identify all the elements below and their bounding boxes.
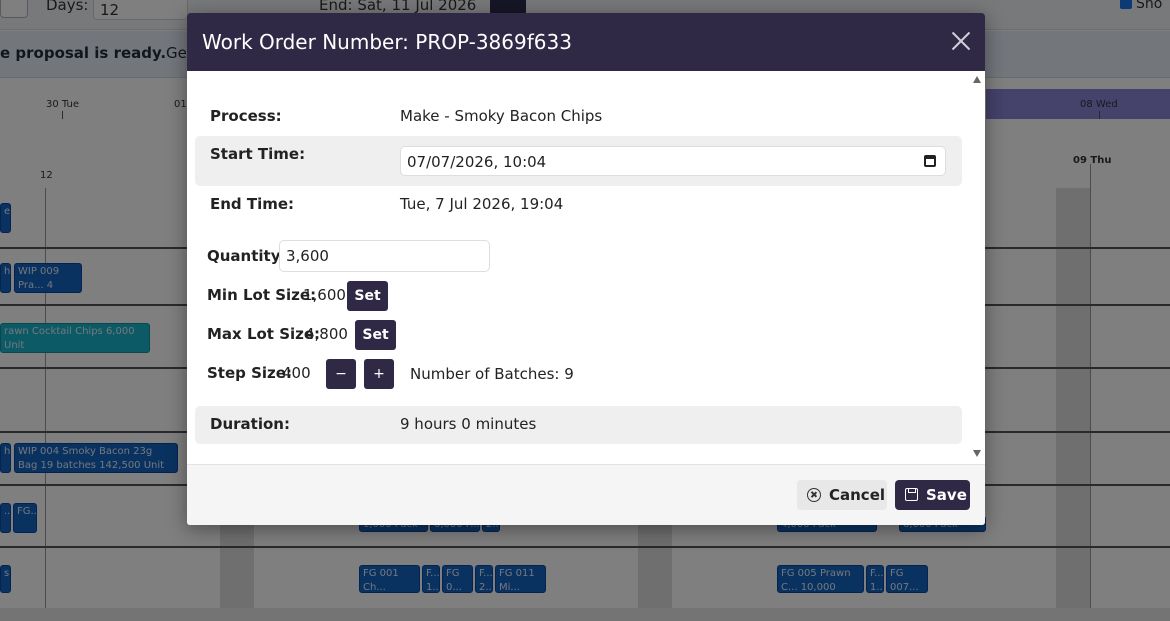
close-icon[interactable] bbox=[951, 31, 971, 51]
step-decrement-button[interactable]: − bbox=[326, 359, 356, 389]
step-increment-button[interactable]: + bbox=[364, 359, 394, 389]
min-lot-size-label: Min Lot Size: bbox=[207, 286, 317, 304]
save-disk-icon bbox=[905, 488, 918, 501]
end-time-value: Tue, 7 Jul 2026, 19:04 bbox=[400, 195, 564, 213]
duration-label: Duration: bbox=[210, 415, 290, 433]
cancel-button[interactable]: Cancel bbox=[797, 480, 887, 510]
modal-title: Work Order Number: PROP-3869f633 bbox=[202, 30, 572, 54]
modal-header: Work Order Number: PROP-3869f633 bbox=[187, 13, 985, 71]
start-time-input[interactable]: 07/07/2026, 10:04 bbox=[400, 146, 946, 176]
scroll-up-arrow-icon[interactable] bbox=[973, 76, 981, 83]
set-max-lot-button[interactable]: Set bbox=[355, 320, 396, 350]
duration-value: 9 hours 0 minutes bbox=[400, 415, 537, 433]
step-size-value: 400 bbox=[282, 364, 311, 382]
quantity-input[interactable]: 3,600 bbox=[279, 240, 490, 272]
save-label: Save bbox=[926, 486, 967, 504]
quantity-label: Quantity: bbox=[207, 247, 287, 265]
modal-footer: Cancel Save bbox=[187, 464, 985, 525]
save-button[interactable]: Save bbox=[895, 480, 970, 510]
set-min-lot-button[interactable]: Set bbox=[347, 281, 388, 311]
cancel-label: Cancel bbox=[829, 486, 886, 504]
end-time-label: End Time: bbox=[210, 195, 295, 213]
process-value: Make - Smoky Bacon Chips bbox=[400, 107, 603, 125]
max-lot-size-label: Max Lot Size: bbox=[207, 325, 321, 343]
cancel-circle-icon bbox=[807, 488, 821, 502]
process-label: Process: bbox=[210, 107, 282, 125]
number-of-batches: Number of Batches: 9 bbox=[410, 365, 574, 383]
start-time-value: 07/07/2026, 10:04 bbox=[407, 153, 547, 171]
modal-body: Process: Make - Smoky Bacon Chips Start … bbox=[187, 71, 985, 464]
min-lot-size-value: 1,600 bbox=[303, 286, 346, 304]
work-order-modal: Work Order Number: PROP-3869f633 Process… bbox=[187, 13, 985, 525]
start-time-label: Start Time: bbox=[210, 145, 306, 163]
calendar-icon[interactable] bbox=[924, 155, 936, 167]
step-size-label: Step Size: bbox=[207, 364, 292, 382]
max-lot-size-value: 4,800 bbox=[305, 325, 348, 343]
duration-row bbox=[195, 406, 962, 444]
scroll-down-arrow-icon[interactable] bbox=[973, 450, 981, 457]
